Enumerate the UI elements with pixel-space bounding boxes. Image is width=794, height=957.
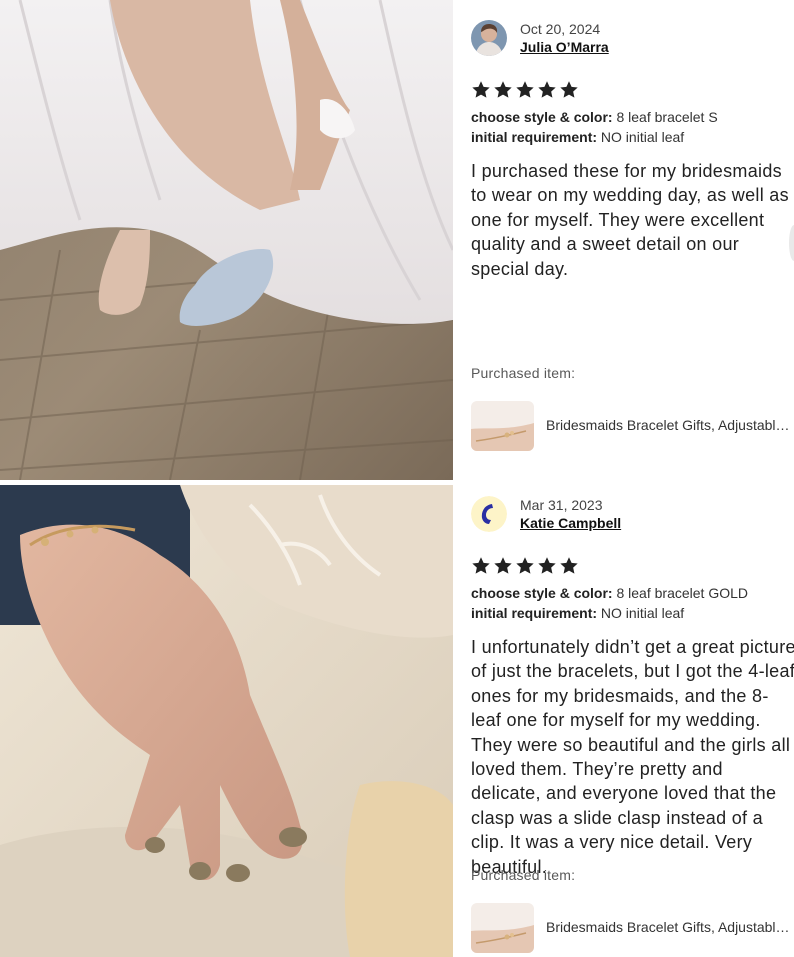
purchased-item-thumbnail[interactable] [471,401,534,451]
review-text: I unfortunately didn’t get a great pictu… [471,637,794,877]
star-icon [560,81,578,98]
review-date: Oct 20, 2024 [520,21,601,37]
star-rating [471,556,579,576]
carousel-next-edge[interactable] [789,225,794,261]
review-photo[interactable] [0,0,453,480]
variation-style: choose style & color: 8 leaf bracelet GO… [471,585,748,601]
star-icon [560,557,578,574]
avatar-image-icon [471,496,507,532]
star-icon [516,81,534,98]
purchased-item-title[interactable]: Bridesmaids Bracelet Gifts, Adjustable L… [546,919,794,935]
star-rating [471,80,579,100]
star-icon [516,557,534,574]
reviewer-name-link[interactable]: Katie Campbell [520,515,621,531]
bride-shoes-photo [0,0,453,480]
bride-hand-photo [0,485,453,957]
bracelet-thumbnail-image [471,401,534,451]
star-icon [472,81,490,98]
purchased-item-label: Purchased item: [471,365,576,381]
variation-style: choose style & color: 8 leaf bracelet S [471,109,718,125]
variation-style-label: choose style & color: [471,109,613,125]
variation-initial-value: NO initial leaf [600,129,685,145]
review-text: I purchased these for my bridesmaids to … [471,161,789,279]
review-header: Mar 31, 2023 Katie Campbell [471,494,794,534]
variation-initial-value: NO initial leaf [600,605,685,621]
review-header: Oct 20, 2024 Julia O’Marra [471,18,794,58]
variation-initial: initial requirement: NO initial leaf [471,129,684,145]
review-card: Oct 20, 2024 Julia O’Marra choose style … [0,0,794,480]
variation-initial: initial requirement: NO initial leaf [471,605,684,621]
purchased-item-link[interactable]: Bridesmaids Bracelet Gifts, Adjustable L… [471,401,794,451]
star-icon [494,81,512,98]
bracelet-thumbnail-image [471,903,534,953]
avatar-image-icon [471,20,507,56]
reviewer-name-link[interactable]: Julia O’Marra [520,39,609,55]
review-photo[interactable] [0,485,453,957]
purchased-item-label: Purchased item: [471,867,576,883]
variation-style-value: 8 leaf bracelet GOLD [616,585,748,601]
variation-initial-label: initial requirement: [471,129,598,145]
reviewer-avatar[interactable] [471,20,507,56]
variation-style-label: choose style & color: [471,585,613,601]
star-icon [494,557,512,574]
variation-initial-label: initial requirement: [471,605,598,621]
reviews-page: Oct 20, 2024 Julia O’Marra choose style … [0,0,794,957]
variation-style-value: 8 leaf bracelet S [616,109,718,125]
star-icon [472,557,490,574]
purchased-item-thumbnail[interactable] [471,903,534,953]
reviewer-avatar[interactable] [471,496,507,532]
review-date: Mar 31, 2023 [520,497,603,513]
star-icon [538,81,556,98]
purchased-item-title[interactable]: Bridesmaids Bracelet Gifts, Adjustable L… [546,417,794,433]
review-card: Mar 31, 2023 Katie Campbell choose style… [0,485,794,957]
purchased-item-link[interactable]: Bridesmaids Bracelet Gifts, Adjustable L… [471,903,794,953]
star-icon [538,557,556,574]
